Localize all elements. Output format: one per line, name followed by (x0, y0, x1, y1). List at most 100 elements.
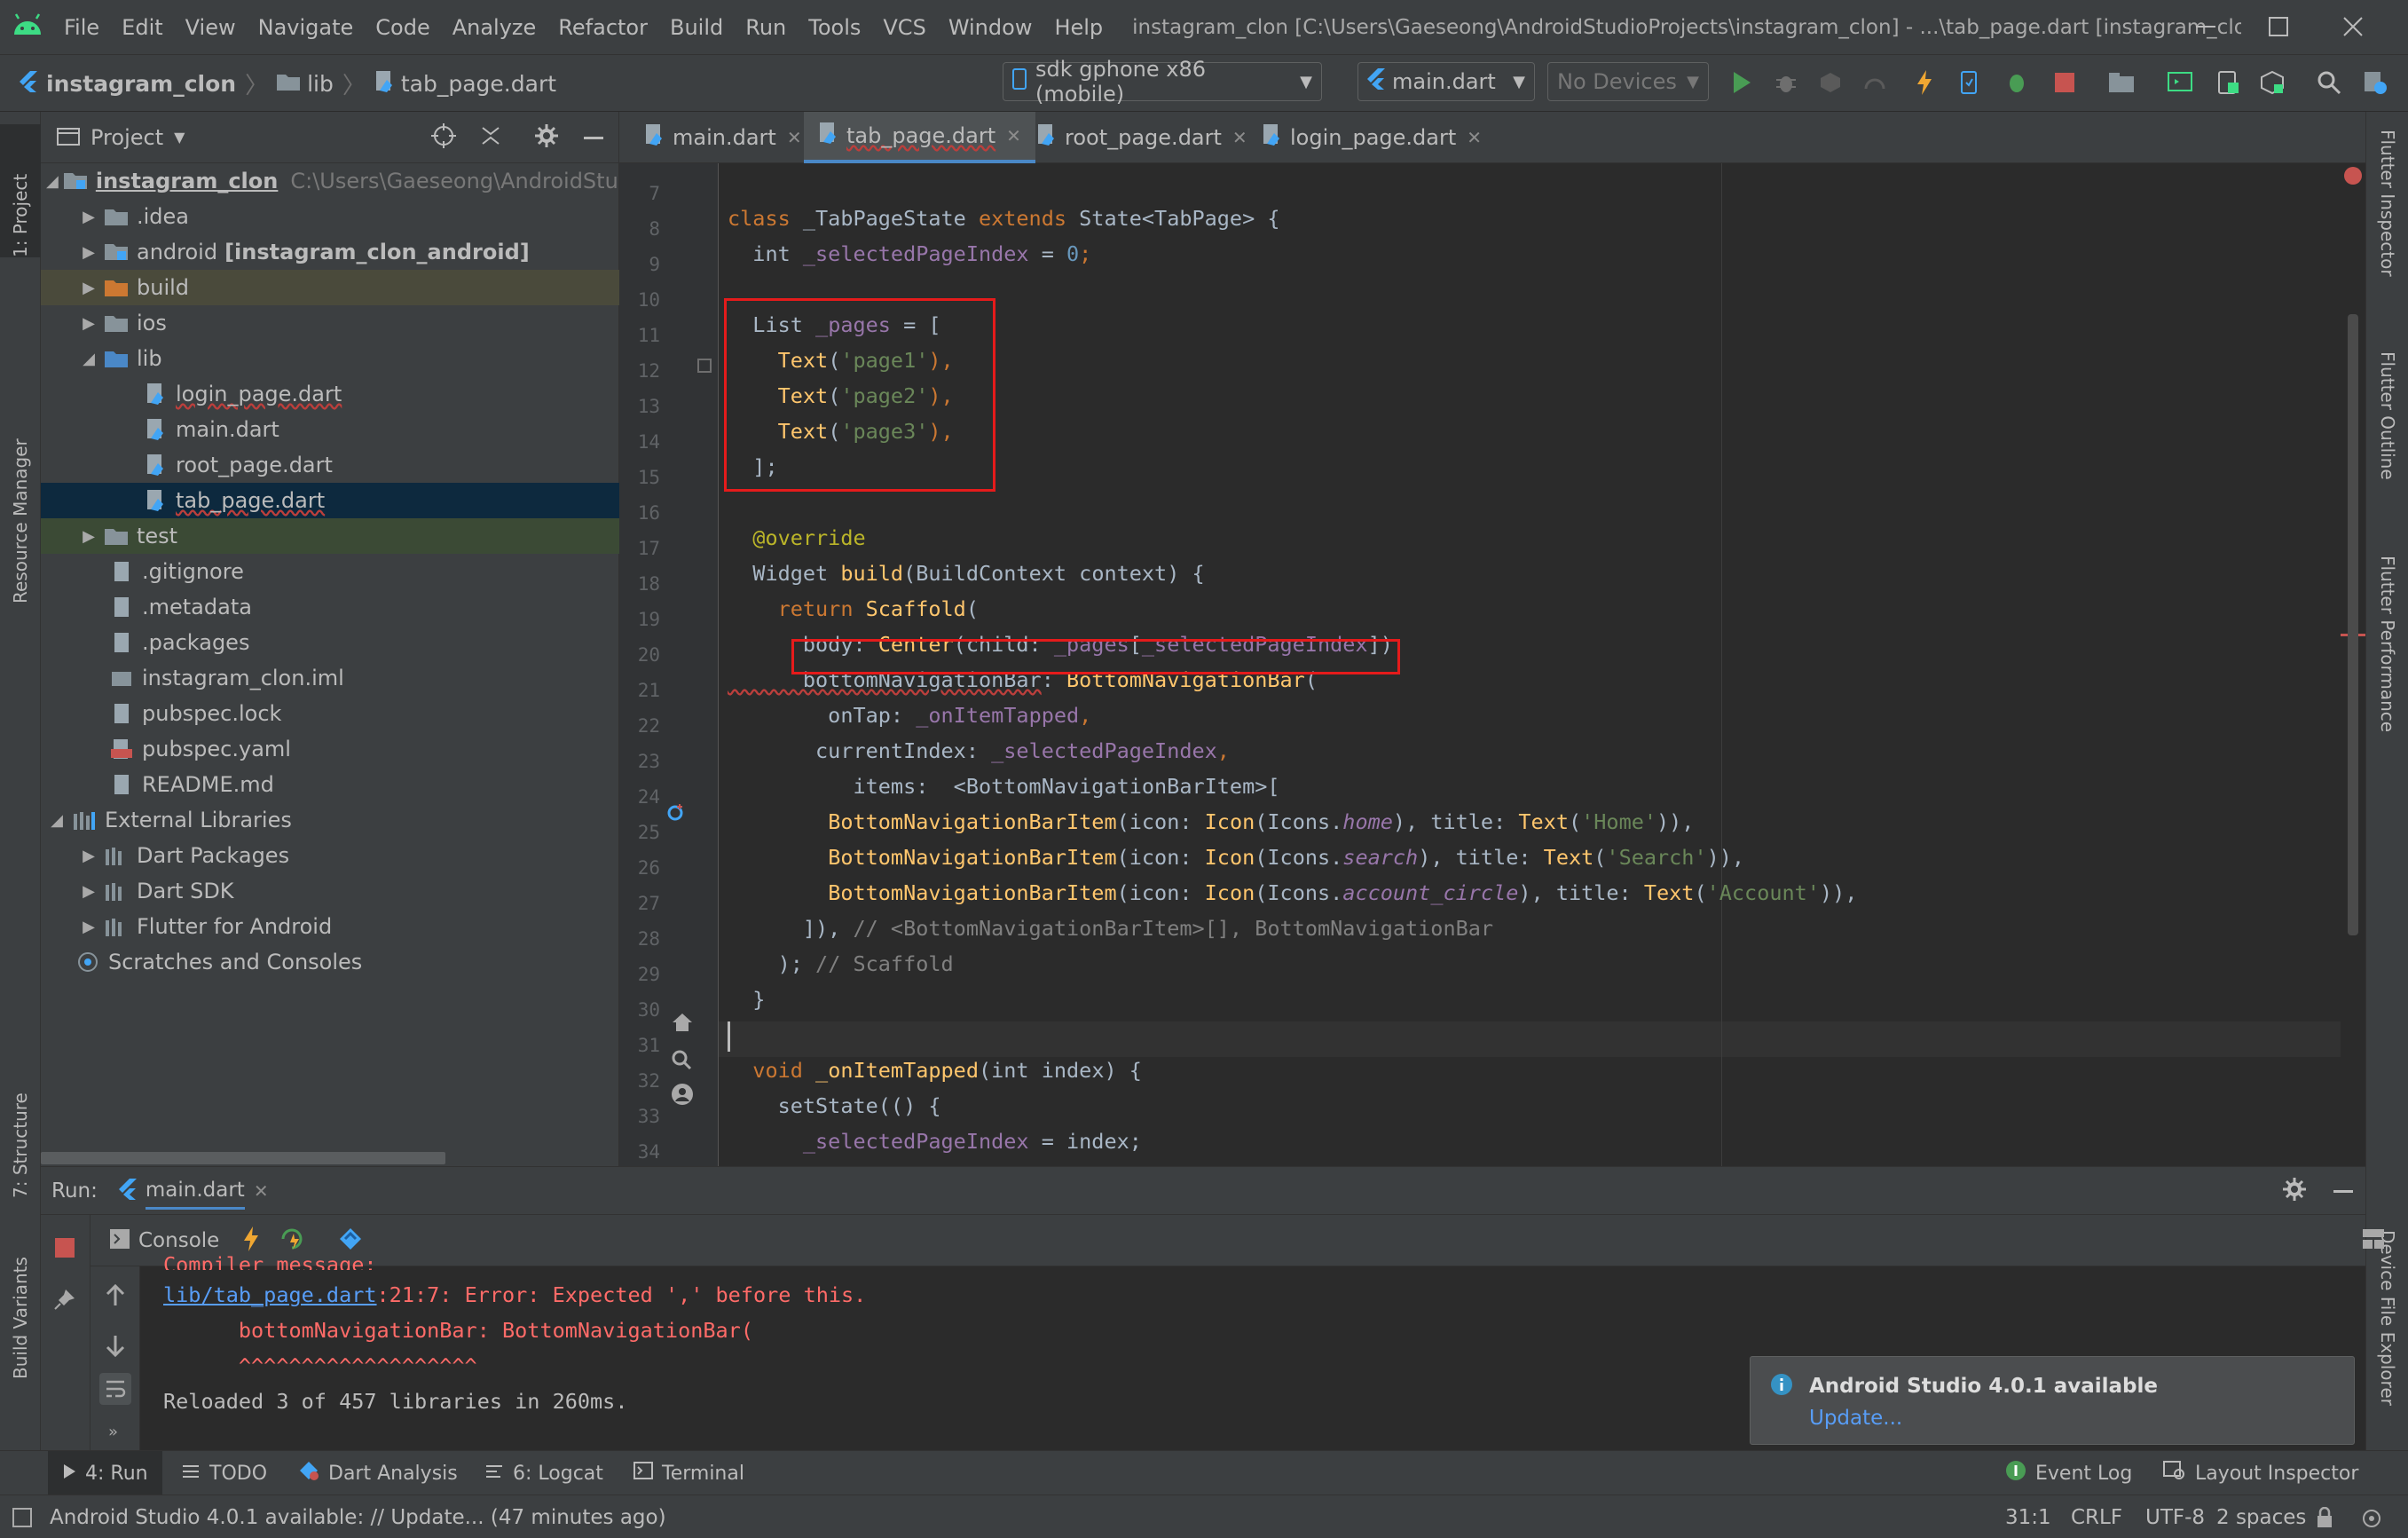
caret-position[interactable]: 31:1 (2005, 1495, 2051, 1538)
hide-panel-icon[interactable] (2333, 1182, 2353, 1199)
menu-window[interactable]: Window (948, 15, 1033, 40)
close-tab-icon[interactable]: ✕ (787, 127, 802, 148)
close-tab-icon[interactable]: ✕ (1006, 125, 1021, 146)
arrow-up-icon[interactable] (105, 1283, 126, 1311)
locate-icon[interactable] (431, 122, 456, 152)
logcat-tool-tab[interactable]: 6: Logcat (484, 1451, 603, 1495)
menu-code[interactable]: Code (375, 15, 429, 40)
close-tab-icon[interactable]: ✕ (1232, 127, 1247, 148)
layout-icon[interactable] (2362, 1228, 2385, 1253)
tree-root[interactable]: ◢ instagram_clon C:\Users\Gaeseong\Andro… (41, 163, 619, 199)
gear-icon[interactable] (2282, 1177, 2307, 1205)
soft-wrap-icon[interactable] (99, 1373, 131, 1405)
profile-icon[interactable] (1860, 67, 1890, 98)
flutter-performance-tab[interactable]: Flutter Performance (2366, 556, 2408, 893)
chevron-down-icon[interactable]: ◢ (78, 350, 99, 368)
menu-help[interactable]: Help (1054, 15, 1103, 40)
tree-item-android[interactable]: ▶ android [instagram_clon_android] (41, 234, 619, 270)
vertical-scrollbar[interactable] (2348, 314, 2358, 935)
tree-item-pubspec-yaml[interactable]: pubspec.yaml (41, 731, 619, 767)
devices-selector[interactable]: No Devices ▼ (1547, 62, 1709, 101)
debug-icon[interactable] (1771, 67, 1801, 98)
console-tab[interactable]: Console (138, 1229, 219, 1252)
attach-debugger-icon[interactable] (2002, 67, 2032, 98)
close-tab-icon[interactable]: ✕ (1467, 127, 1482, 148)
hot-reload-icon[interactable] (1909, 67, 1940, 98)
breadcrumb-file[interactable]: tab_page.dart (401, 71, 556, 97)
tree-item-readme[interactable]: README.md (41, 767, 619, 802)
apply-changes-icon[interactable] (1954, 67, 1984, 98)
menu-run[interactable]: Run (745, 15, 786, 40)
flutter-inspector-tab[interactable]: Flutter Inspector (2366, 130, 2408, 360)
code-editor[interactable]: 7 8 9 10 11 12 13 14 15 16 17 18 19 20 2… (619, 163, 2365, 1166)
run-tool-tab[interactable]: 4: Run (48, 1451, 162, 1495)
chevron-right-icon[interactable]: ▶ (78, 314, 99, 333)
collapse-all-icon[interactable] (479, 124, 502, 151)
pin-icon[interactable] (53, 1288, 76, 1314)
run-config-selector[interactable]: main.dart ▼ (1357, 62, 1535, 101)
terminal-tool-tab[interactable]: Terminal (633, 1451, 744, 1495)
tree-item-login-page[interactable]: login_page.dart (41, 376, 619, 412)
menu-analyze[interactable]: Analyze (452, 15, 537, 40)
lock-icon[interactable] (2316, 1495, 2333, 1538)
tree-item-build[interactable]: ▶ build (41, 270, 619, 305)
chevron-down-icon[interactable]: ◢ (46, 811, 67, 830)
menu-edit[interactable]: Edit (122, 15, 162, 40)
chevron-right-icon[interactable]: ▶ (78, 918, 99, 936)
status-message[interactable]: Android Studio 4.0.1 available: // Updat… (50, 1495, 666, 1538)
tree-item-scratches[interactable]: Scratches and Consoles (41, 944, 619, 980)
tab-root-page-dart[interactable]: root_page.dart ✕ (1022, 112, 1262, 163)
hot-reload-icon[interactable] (242, 1226, 260, 1255)
tree-item-main[interactable]: main.dart (41, 412, 619, 447)
tab-login-page-dart[interactable]: login_page.dart ✕ (1247, 112, 1496, 163)
tree-item-flutter-for-android[interactable]: ▶ Flutter for Android (41, 909, 619, 944)
fold-icon[interactable] (697, 359, 712, 376)
run-tab-main-dart[interactable]: main.dart (145, 1179, 245, 1210)
menu-build[interactable]: Build (670, 15, 723, 40)
arrow-down-icon[interactable] (105, 1334, 126, 1361)
search-everywhere-icon[interactable] (2314, 67, 2344, 98)
avd-manager-icon[interactable] (2165, 67, 2195, 98)
tree-item-packages[interactable]: .packages (41, 625, 619, 660)
tree-item-root-page[interactable]: root_page.dart (41, 447, 619, 483)
chevron-right-icon[interactable]: ▶ (78, 882, 99, 901)
menu-vcs[interactable]: VCS (883, 15, 925, 40)
close-window-button[interactable] (2325, 7, 2381, 46)
close-tab-icon[interactable]: ✕ (254, 1180, 269, 1202)
line-separator[interactable]: CRLF (2071, 1495, 2122, 1538)
todo-tool-tab[interactable]: TODO (181, 1451, 267, 1495)
memory-indicator-icon[interactable] (2360, 1495, 2383, 1538)
dart-devtools-icon[interactable] (338, 1226, 363, 1255)
chevron-right-icon[interactable]: ▶ (78, 847, 99, 865)
resource-manager-tab[interactable]: Resource Manager (0, 284, 41, 603)
hot-restart-icon[interactable] (279, 1226, 306, 1255)
chevron-right-icon[interactable]: ▶ (78, 527, 99, 546)
chevron-down-icon[interactable]: ◢ (46, 172, 59, 191)
device-selector[interactable]: sdk gphone x86 (mobile) ▼ (1003, 57, 1322, 106)
tree-item-ios[interactable]: ▶ ios (41, 305, 619, 341)
layout-inspector-tool-tab[interactable]: Layout Inspector (2163, 1451, 2358, 1495)
tree-item-tab-page[interactable]: tab_page.dart (41, 483, 619, 518)
breadcrumb-lib[interactable]: lib (307, 71, 334, 97)
device-manager-icon[interactable] (2213, 67, 2243, 98)
project-structure-icon[interactable] (2106, 67, 2137, 98)
chevron-right-icon[interactable]: ▶ (78, 243, 99, 262)
chevron-right-icon[interactable]: ▶ (78, 279, 99, 297)
project-tool-tab[interactable]: 1: Project (0, 124, 41, 257)
menu-navigate[interactable]: Navigate (258, 15, 354, 40)
dart-analysis-tool-tab[interactable]: Dart Analysis (298, 1451, 458, 1495)
sdk-manager-icon[interactable] (2257, 67, 2287, 98)
more-icon[interactable]: » (108, 1423, 118, 1441)
tree-item-dart-sdk[interactable]: ▶ Dart SDK (41, 873, 619, 909)
coverage-icon[interactable] (1815, 67, 1845, 98)
event-log-tool-tab[interactable]: Event Log (2005, 1451, 2132, 1495)
tree-item-external-libraries[interactable]: ◢ External Libraries (41, 802, 619, 838)
tree-item-iml[interactable]: instagram_clon.iml (41, 660, 619, 696)
minimize-button[interactable] (2177, 7, 2234, 46)
tree-item-idea[interactable]: ▶ .idea (41, 199, 619, 234)
error-file-link[interactable]: lib/tab_page.dart (163, 1282, 377, 1307)
run-icon[interactable] (1727, 67, 1757, 98)
tree-item-gitignore[interactable]: .gitignore (41, 554, 619, 589)
menu-tools[interactable]: Tools (808, 15, 861, 40)
menu-view[interactable]: View (185, 15, 236, 40)
